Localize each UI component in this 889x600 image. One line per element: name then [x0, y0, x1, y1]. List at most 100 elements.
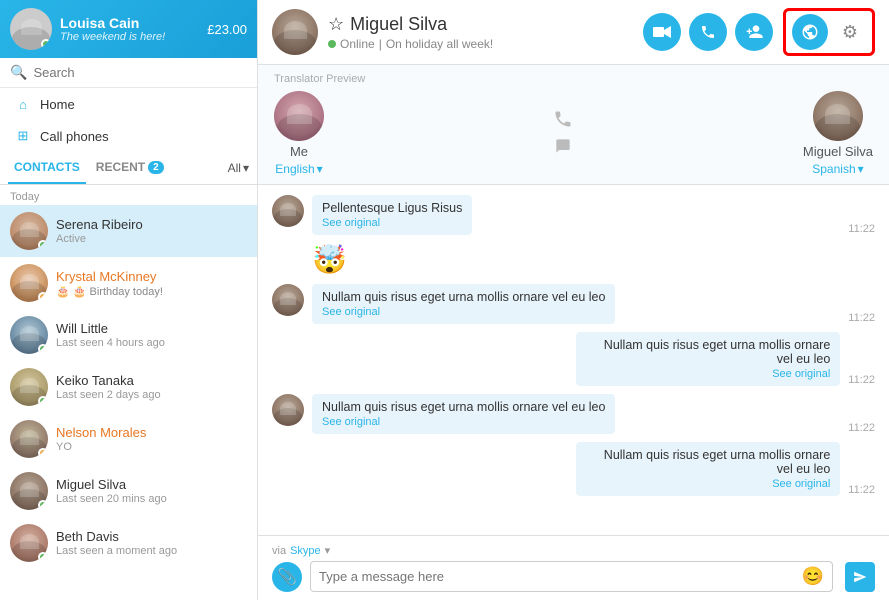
- translator-button[interactable]: [792, 14, 828, 50]
- nav-call-phones-label: Call phones: [40, 129, 109, 144]
- message-time: 11:22: [848, 223, 875, 235]
- message-bubble-wrap: Nullam quis risus eget urna mollis ornar…: [312, 284, 840, 324]
- birthday-icon: 🎂: [56, 286, 70, 298]
- contact-status-keiko: Last seen 2 days ago: [56, 389, 247, 401]
- message-text-me: Nullam quis risus eget urna mollis ornar…: [586, 338, 830, 366]
- contact-item-will[interactable]: Will Little Last seen 4 hours ago: [0, 309, 257, 361]
- status-dot-miguel: [38, 500, 48, 510]
- add-contact-button[interactable]: [735, 13, 773, 51]
- settings-button[interactable]: ⚙: [834, 16, 866, 48]
- tab-recent[interactable]: RECENT 2: [90, 152, 170, 184]
- contact-status-krystal: 🎂 🎂 Birthday today!: [56, 285, 247, 298]
- send-button[interactable]: [845, 562, 875, 592]
- message-avatar-miguel3: [272, 394, 304, 426]
- see-original-link[interactable]: See original: [322, 217, 462, 229]
- star-icon[interactable]: ☆: [328, 14, 344, 35]
- see-original-link[interactable]: See original: [322, 416, 605, 428]
- translator-other: Miguel Silva Spanish ▾: [803, 91, 873, 176]
- user-name: Louisa Cain: [60, 15, 199, 31]
- search-bar: 🔍: [0, 58, 257, 88]
- topbar-info: ☆ Miguel Silva Online | On holiday all w…: [328, 14, 643, 51]
- message-time: 11:22: [848, 422, 875, 434]
- translator-other-lang[interactable]: Spanish ▾: [812, 162, 863, 176]
- messages-area: Pellentesque Ligus Risus See original 11…: [258, 185, 889, 535]
- status-online-dot: [328, 40, 336, 48]
- input-row: 📎 😊: [272, 561, 875, 592]
- nav-home-label: Home: [40, 97, 75, 112]
- translator-middle: [334, 109, 793, 159]
- contact-list: Today Serena Ribeiro Active: [0, 185, 257, 600]
- input-bar: via Skype ▾ 📎 😊: [258, 535, 889, 600]
- main-panel: ☆ Miguel Silva Online | On holiday all w…: [258, 0, 889, 600]
- search-icon: 🔍: [10, 64, 27, 81]
- search-input[interactable]: [33, 65, 247, 80]
- contact-name-keiko: Keiko Tanaka: [56, 373, 247, 388]
- video-call-button[interactable]: [643, 13, 681, 51]
- sidebar: Louisa Cain The weekend is here! £23.00 …: [0, 0, 258, 600]
- contact-name-serena: Serena Ribeiro: [56, 217, 247, 232]
- contact-item-beth[interactable]: Beth Davis Last seen a moment ago: [0, 517, 257, 569]
- user-status: The weekend is here!: [60, 31, 199, 43]
- message-bubble-wrap-me: Nullam quis risus eget urna mollis ornar…: [576, 332, 840, 386]
- contact-item-serena[interactable]: Serena Ribeiro Active: [0, 205, 257, 257]
- message-bubble: Nullam quis risus eget urna mollis ornar…: [312, 394, 615, 434]
- nav-item-call-phones[interactable]: ⊞ Call phones: [0, 120, 257, 152]
- message-row: Nullam quis risus eget urna mollis ornar…: [272, 394, 875, 434]
- tab-filter-all[interactable]: All ▾: [228, 161, 249, 175]
- status-dot-will: [38, 344, 48, 354]
- emoji-button[interactable]: 😊: [802, 566, 824, 587]
- translator-me-lang[interactable]: English ▾: [275, 162, 322, 176]
- via-row: via Skype ▾: [272, 544, 875, 557]
- avatar-beth: [10, 524, 48, 562]
- translator-row: Me English ▾: [274, 91, 873, 176]
- chevron-down-icon-other: ▾: [858, 162, 864, 176]
- recent-badge: 2: [148, 161, 164, 174]
- chevron-down-icon-via: ▾: [325, 544, 331, 557]
- status-dot-keiko: [38, 396, 48, 406]
- avatar-krystal: [10, 264, 48, 302]
- status-dot-nelson: [38, 448, 48, 458]
- message-text: Nullam quis risus eget urna mollis ornar…: [322, 400, 605, 414]
- avatar-nelson: [10, 420, 48, 458]
- contact-info-beth: Beth Davis Last seen a moment ago: [56, 529, 247, 557]
- contact-name-will: Will Little: [56, 321, 247, 336]
- avatar-will: [10, 316, 48, 354]
- contact-info-serena: Serena Ribeiro Active: [56, 217, 247, 245]
- avatar-miguel: [10, 472, 48, 510]
- attach-button[interactable]: 📎: [272, 562, 302, 592]
- see-original-link-me[interactable]: See original: [586, 368, 830, 380]
- translator-bar: Translator Preview Me English ▾: [258, 65, 889, 185]
- contact-item-krystal[interactable]: Krystal McKinney 🎂 🎂 Birthday today!: [0, 257, 257, 309]
- translator-other-name: Miguel Silva: [803, 144, 873, 159]
- translator-me: Me English ▾: [274, 91, 324, 176]
- chat-icon-mid: [554, 138, 572, 159]
- see-original-link-me2[interactable]: See original: [586, 478, 830, 490]
- message-input-wrap: 😊: [310, 561, 833, 592]
- message-input[interactable]: [319, 569, 798, 584]
- message-avatar-miguel2: [272, 284, 304, 316]
- contact-status-miguel: Last seen 20 mins ago: [56, 493, 247, 505]
- contact-info-keiko: Keiko Tanaka Last seen 2 days ago: [56, 373, 247, 401]
- chevron-down-icon-me: ▾: [317, 162, 323, 176]
- translator-other-avatar: [813, 91, 863, 141]
- avatar-serena: [10, 212, 48, 250]
- message-text: Nullam quis risus eget urna mollis ornar…: [322, 290, 605, 304]
- message-time-me2: 11:22: [848, 484, 875, 496]
- see-original-link[interactable]: See original: [322, 306, 605, 318]
- chevron-down-icon: ▾: [243, 161, 249, 175]
- contact-item-miguel[interactable]: Miguel Silva Last seen 20 mins ago: [0, 465, 257, 517]
- topbar-actions: ⚙: [643, 8, 875, 56]
- nav-item-home[interactable]: ⌂ Home: [0, 88, 257, 120]
- topbar-name: ☆ Miguel Silva: [328, 14, 643, 35]
- translator-me-name: Me: [290, 144, 308, 159]
- via-skype-link[interactable]: Skype: [290, 545, 321, 557]
- contact-name-beth: Beth Davis: [56, 529, 247, 544]
- topbar-avatar: [272, 9, 318, 55]
- translator-me-avatar: [274, 91, 324, 141]
- message-row: Nullam quis risus eget urna mollis ornar…: [272, 284, 875, 324]
- contact-item-keiko[interactable]: Keiko Tanaka Last seen 2 days ago: [0, 361, 257, 413]
- contact-item-nelson[interactable]: Nelson Morales YO: [0, 413, 257, 465]
- audio-call-button[interactable]: [689, 13, 727, 51]
- tab-contacts[interactable]: CONTACTS: [8, 152, 86, 184]
- call-icon-mid: [553, 109, 573, 134]
